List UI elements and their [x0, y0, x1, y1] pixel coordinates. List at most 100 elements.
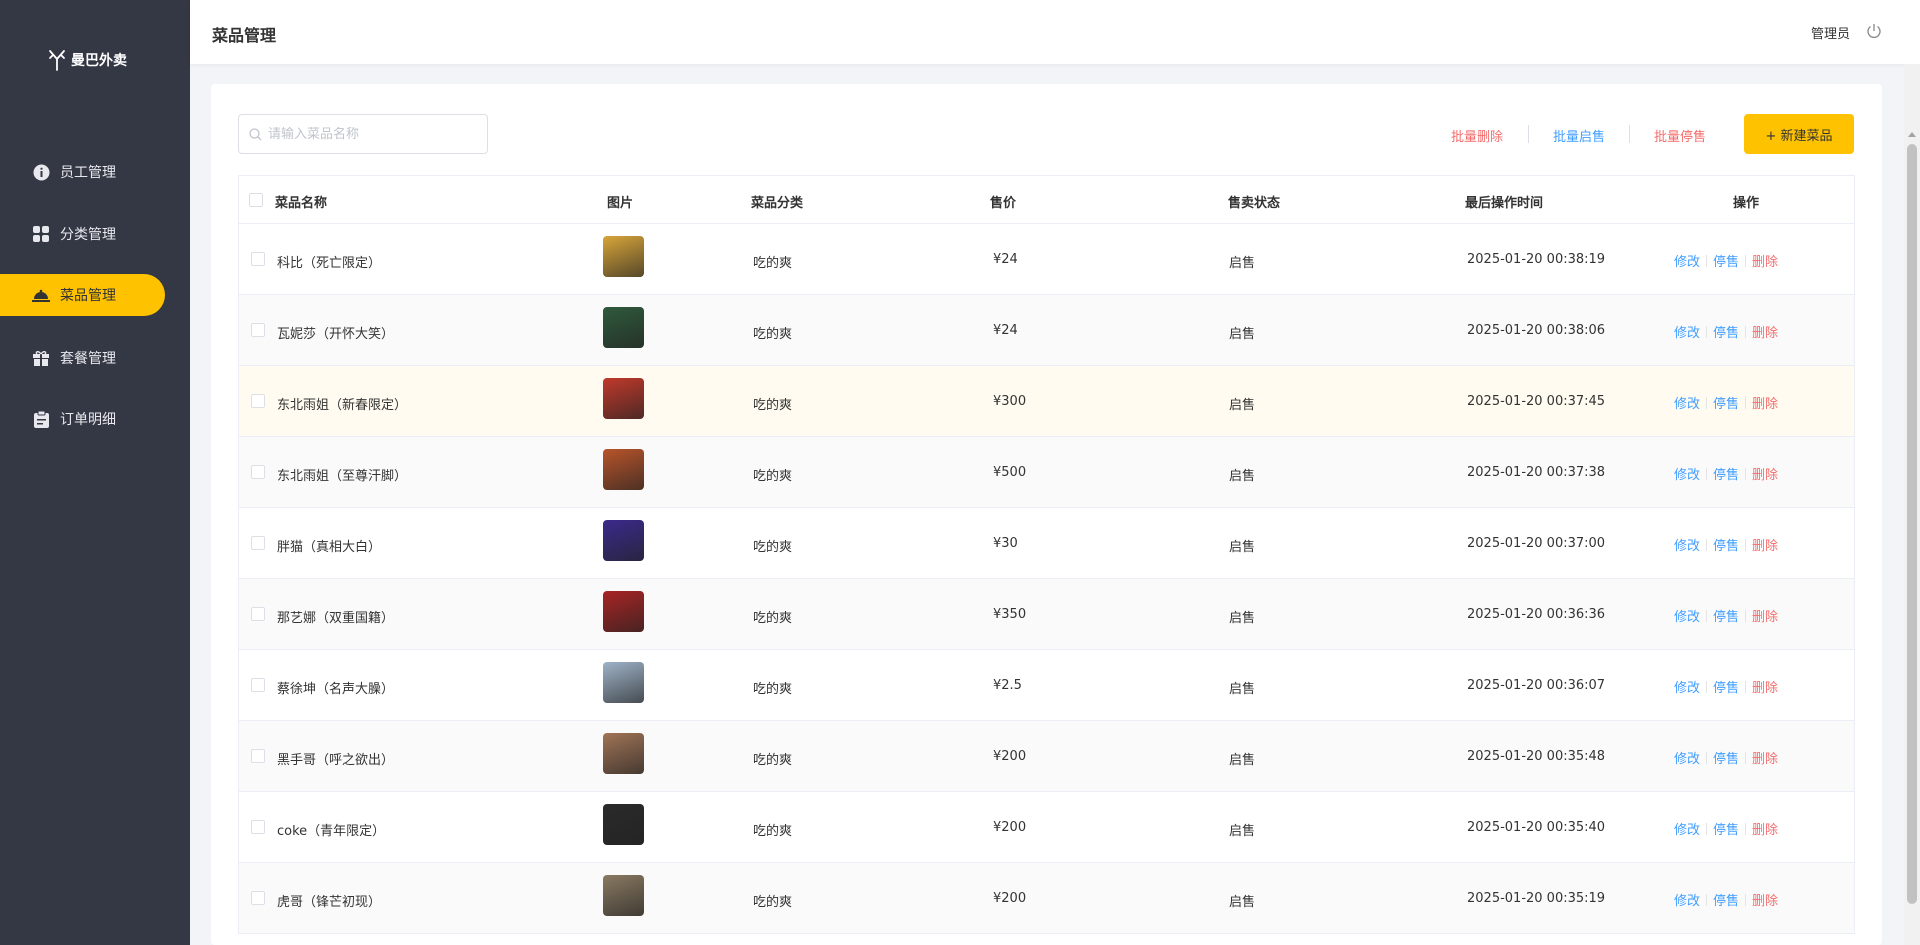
disable-button[interactable]: 停售	[1713, 322, 1739, 341]
scroll-up-arrow-icon[interactable]	[1908, 132, 1916, 137]
dish-category: 吃的爽	[753, 895, 793, 910]
row-checkbox[interactable]	[251, 820, 265, 834]
disable-button[interactable]: 停售	[1713, 535, 1739, 554]
edit-button[interactable]: 修改	[1674, 464, 1700, 483]
delete-button[interactable]: 删除	[1752, 535, 1778, 554]
dish-name: 蔡徐坤（名声大臊）	[277, 682, 395, 697]
delete-button[interactable]: 删除	[1752, 464, 1778, 483]
dish-status: 启售	[1229, 824, 1256, 839]
edit-button[interactable]: 修改	[1674, 251, 1700, 270]
table-row[interactable]: 虎哥（锋芒初现） 吃的爽 ¥200 启售 2025-01-20 00:35:19 修改 停售…	[239, 863, 1854, 934]
row-checkbox[interactable]	[251, 465, 265, 479]
dish-category: 吃的爽	[753, 327, 793, 342]
dish-category: 吃的爽	[753, 256, 793, 271]
table-row[interactable]: 蔡徐坤（名声大臊） 吃的爽 ¥2.5 启售 2025-01-20 00:36:07 修改停…	[239, 650, 1854, 721]
dish-image	[603, 591, 644, 632]
batch-disable-button[interactable]: 批量停售	[1654, 126, 1706, 145]
row-checkbox[interactable]	[251, 607, 265, 621]
edit-button[interactable]: 修改	[1674, 535, 1700, 554]
dish-price: ¥500	[993, 465, 1027, 480]
app-logo[interactable]: 曼巴外卖	[48, 49, 127, 71]
row-checkbox[interactable]	[251, 749, 265, 763]
new-dish-button[interactable]: + 新建菜品	[1744, 114, 1854, 154]
row-checkbox[interactable]	[251, 536, 265, 550]
disable-button[interactable]: 停售	[1713, 393, 1739, 412]
row-checkbox[interactable]	[251, 891, 265, 905]
delete-button[interactable]: 删除	[1752, 393, 1778, 412]
edit-button[interactable]: 修改	[1674, 606, 1700, 625]
row-checkbox[interactable]	[251, 394, 265, 408]
power-icon[interactable]	[1866, 23, 1882, 43]
sidebar-item-combo[interactable]: 套餐管理	[0, 337, 165, 379]
column-header: 售价	[990, 196, 1017, 211]
search-box[interactable]	[238, 114, 488, 154]
dish-status: 启售	[1229, 753, 1256, 768]
sidebar-item-label: 员工管理	[60, 165, 116, 181]
row-checkbox[interactable]	[251, 252, 265, 266]
vertical-scrollbar[interactable]	[1904, 64, 1920, 945]
delete-button[interactable]: 删除	[1752, 677, 1778, 696]
disable-button[interactable]: 停售	[1713, 677, 1739, 696]
dish-category: 吃的爽	[753, 682, 793, 697]
sidebar-item-category[interactable]: 分类管理	[0, 213, 165, 255]
sidebar-item-label: 分类管理	[60, 227, 116, 243]
dish-category: 吃的爽	[753, 540, 793, 555]
delete-button[interactable]: 删除	[1752, 606, 1778, 625]
dish-updated-time: 2025-01-20 00:35:19	[1467, 891, 1606, 906]
select-all-checkbox[interactable]	[249, 193, 263, 207]
gift-icon	[32, 349, 50, 367]
table-row[interactable]: 那艺娜（双重国籍） 吃的爽 ¥350 启售 2025-01-20 00:36:36 修改停…	[239, 579, 1854, 650]
disable-button[interactable]: 停售	[1713, 251, 1739, 270]
table-row[interactable]: 瓦妮莎（开怀大笑） 吃的爽 ¥24 启售 2025-01-20 00:38:06 修改 停售…	[239, 295, 1854, 366]
disable-button[interactable]: 停售	[1713, 748, 1739, 767]
table-row[interactable]: 东北雨姐（至尊汗脚） 吃的爽 ¥500 启售 2025-01-20 00:37:38 修改…	[239, 437, 1854, 508]
edit-button[interactable]: 修改	[1674, 677, 1700, 696]
disable-button[interactable]: 停售	[1713, 464, 1739, 483]
divider	[1706, 680, 1708, 693]
search-input[interactable]	[268, 126, 468, 142]
edit-button[interactable]: 修改	[1674, 748, 1700, 767]
delete-button[interactable]: 删除	[1752, 251, 1778, 270]
delete-button[interactable]: 删除	[1752, 819, 1778, 838]
top-header: 菜品管理 管理员	[190, 0, 1920, 64]
row-actions: 修改 停售 删除	[1674, 322, 1778, 341]
sidebar-item-employee[interactable]: 员工管理	[0, 151, 165, 193]
delete-button[interactable]: 删除	[1752, 890, 1778, 909]
batch-enable-button[interactable]: 批量启售	[1553, 126, 1605, 145]
divider	[1745, 254, 1747, 267]
disable-button[interactable]: 停售	[1713, 819, 1739, 838]
dish-price: ¥2.5	[993, 678, 1022, 693]
scrollbar-thumb[interactable]	[1907, 144, 1917, 904]
table-row[interactable]: coke（青年限定） 吃的爽 ¥200 启售 2025-01-20 00:35:40 修改…	[239, 792, 1854, 863]
dish-name: 东北雨姐（至尊汗脚）	[277, 469, 408, 484]
edit-button[interactable]: 修改	[1674, 393, 1700, 412]
disable-button[interactable]: 停售	[1713, 606, 1739, 625]
table-row[interactable]: 东北雨姐（新春限定） 吃的爽 ¥300 启售 2025-01-20 00:37:45 修改…	[239, 366, 1854, 437]
divider	[1745, 609, 1747, 622]
edit-button[interactable]: 修改	[1674, 322, 1700, 341]
dish-category: 吃的爽	[753, 824, 793, 839]
sidebar-item-orders[interactable]: 订单明细	[0, 398, 165, 440]
batch-delete-button[interactable]: 批量删除	[1451, 126, 1503, 145]
table-row[interactable]: 黑手哥（呼之欲出） 吃的爽 ¥200 启售 2025-01-20 00:35:48 修改停…	[239, 721, 1854, 792]
dish-image	[603, 236, 644, 277]
disable-button[interactable]: 停售	[1713, 890, 1739, 909]
delete-button[interactable]: 删除	[1752, 322, 1778, 341]
row-checkbox[interactable]	[251, 323, 265, 337]
row-actions: 修改 停售 删除	[1674, 819, 1778, 838]
edit-button[interactable]: 修改	[1674, 819, 1700, 838]
dish-image	[603, 875, 644, 916]
sidebar-item-dish[interactable]: 菜品管理	[0, 274, 165, 316]
page-title: 菜品管理	[212, 26, 277, 45]
edit-button[interactable]: 修改	[1674, 890, 1700, 909]
table-row[interactable]: 胖猫（真相大白） 吃的爽 ¥30 启售 2025-01-20 00:37:00 修改 停售删…	[239, 508, 1854, 579]
dish-status: 启售	[1229, 327, 1256, 342]
user-name[interactable]: 管理员	[1811, 23, 1850, 42]
dish-price: ¥350	[993, 607, 1027, 622]
delete-button[interactable]: 删除	[1752, 748, 1778, 767]
table-row[interactable]: 科比（死亡限定） 吃的爽 ¥24 启售 2025-01-20 00:38:19 修改 停售删…	[239, 224, 1854, 295]
row-checkbox[interactable]	[251, 678, 265, 692]
dish-name: 那艺娜（双重国籍）	[277, 611, 395, 626]
sidebar-item-label: 菜品管理	[60, 288, 116, 304]
divider	[1745, 822, 1747, 835]
